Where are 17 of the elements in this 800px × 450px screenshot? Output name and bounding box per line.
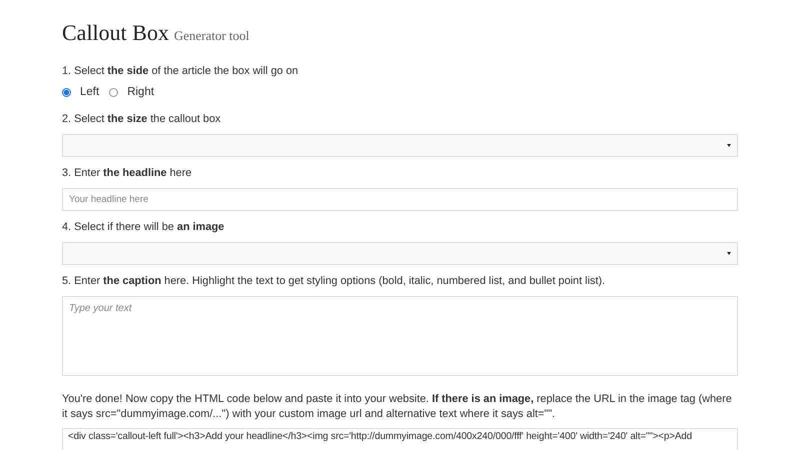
code-output-field[interactable]: <div class='callout-left full'><h3>Add your headline</h3><img src='http://dummyimage.com/400x240/000/fff' height='400' width='240' alt=""><p>Add	[62, 428, 738, 450]
page-title: Callout Box	[62, 20, 169, 46]
dropdown[interactable]	[62, 134, 738, 157]
step-label: 2. Select the size the callout box	[62, 112, 222, 126]
caret-icon	[727, 252, 731, 255]
radio-option[interactable]: Left	[62, 86, 100, 98]
headline-field[interactable]: Your headline here	[62, 188, 738, 211]
step-label: 4. Select if there will be an image	[62, 220, 226, 234]
page-subtitle: Generator tool	[174, 28, 250, 44]
dropdown[interactable]	[62, 242, 738, 265]
step-label: 5. Enter the caption here. Highlight the text to get styling options (bold, italic, numbered list, and bullet point list).	[62, 274, 606, 288]
instructions-text: You're done! Now copy the HTML code below and paste it into your website. If there is an image, replace the URL in the image tag (where it says src="dummyimage.com/...") with your custom image url and alternative text where it says alt="".	[62, 392, 733, 422]
step-label: 3. Enter the headline here	[62, 166, 193, 180]
caption-field[interactable]: Type your text	[62, 296, 738, 376]
caret-icon	[727, 144, 731, 147]
step-label: 1. Select the side of the article the box will go on	[62, 64, 300, 78]
radio-option[interactable]: Right	[109, 86, 154, 98]
